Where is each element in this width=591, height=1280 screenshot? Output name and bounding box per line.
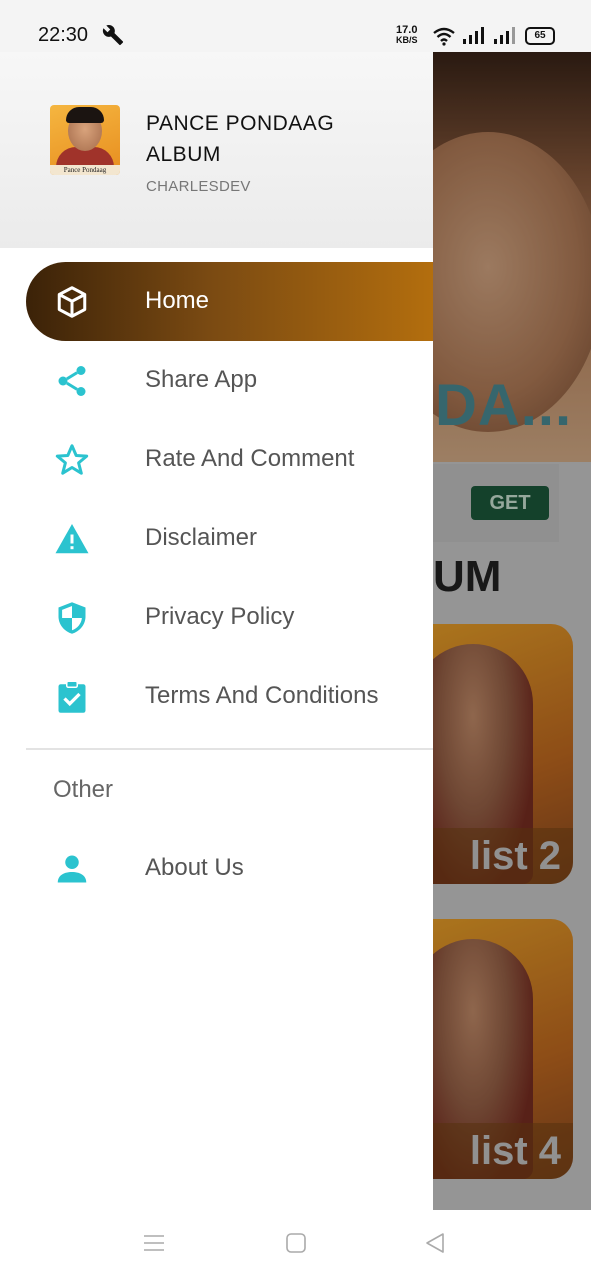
speed-value: 17.0 [396,24,418,36]
app-avatar: Pance Pondaag [50,105,120,175]
section-header-other: Other [53,776,114,803]
menu-icon[interactable] [143,1232,165,1259]
menu-item-home[interactable]: Home [26,262,433,341]
developer-name: CHARLESDEV [146,178,251,195]
cube-icon [54,284,90,320]
status-bar: 22:30 17.0 KB/S 65 [0,0,591,52]
navigation-drawer: Pance Pondaag PANCE PONDAAG ALBUM CHARLE… [0,52,433,1210]
battery-icon: 65 [525,27,555,45]
menu-item-terms-and-conditions[interactable]: Terms And Conditions [0,657,433,736]
menu-item-label: Disclaimer [145,524,258,551]
menu-item-rate-and-comment[interactable]: Rate And Comment [0,420,433,499]
avatar-caption: Pance Pondaag [50,165,120,175]
menu-item-disclaimer[interactable]: Disclaimer [0,499,433,578]
menu-item-about-us[interactable]: About Us [0,829,433,908]
menu-item-label: Home [145,287,210,314]
signal-icon [462,27,486,50]
network-speed: 17.0 KB/S [396,24,418,46]
home-square-icon[interactable] [285,1232,307,1259]
star-icon [54,442,90,478]
scrim-overlay[interactable] [433,52,591,1210]
speed-unit: KB/S [396,35,418,45]
system-nav-bar [0,1210,591,1280]
app-title: PANCE PONDAAG ALBUM [146,112,335,166]
avatar-hair [66,107,104,123]
menu-item-label: About Us [145,854,244,881]
menu-item-label: Rate And Comment [145,445,355,472]
menu-item-label: Terms And Conditions [145,682,379,709]
shield-icon [54,600,90,636]
wifi-icon [432,26,456,51]
menu-item-privacy-policy[interactable]: Privacy Policy [0,578,433,657]
person-icon [54,851,90,887]
wrench-icon [102,24,124,51]
menu-item-label: Share App [145,366,258,393]
signal-icon [493,27,517,50]
menu-item-label: Privacy Policy [145,603,295,630]
status-time: 22:30 [38,24,89,46]
drawer-menu: Home Share App Rate And Comment Disclaim… [0,262,433,736]
menu-divider [26,748,433,750]
menu-item-share-app[interactable]: Share App [0,341,433,420]
drawer-header: Pance Pondaag PANCE PONDAAG ALBUM CHARLE… [0,52,433,248]
clipboard-check-icon [54,679,90,715]
other-menu: About Us [0,829,433,908]
back-triangle-icon[interactable] [424,1232,446,1259]
share-icon [54,363,90,399]
warning-icon [54,521,90,557]
